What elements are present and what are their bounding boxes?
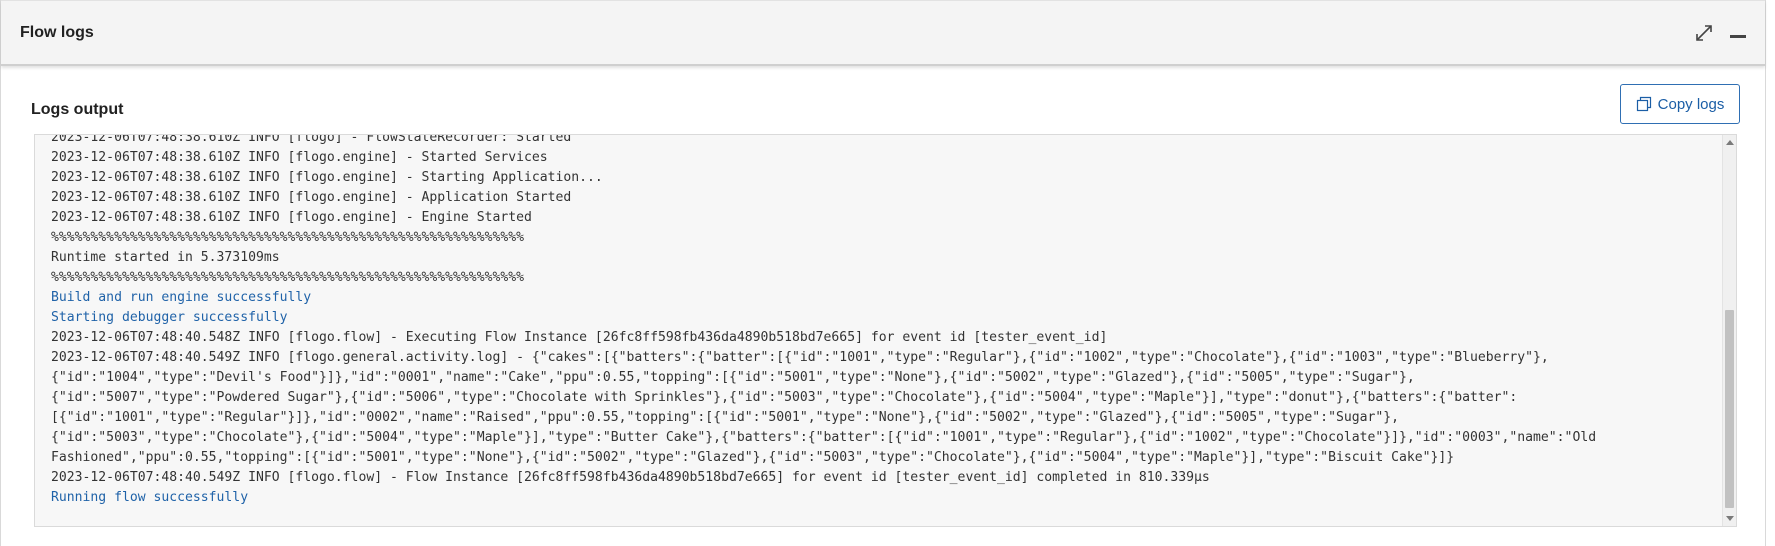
logs-output-title: Logs output	[31, 101, 124, 118]
copy-logs-label: Copy logs	[1657, 95, 1725, 113]
log-line: 2023-12-06T07:48:40.548Z INFO [flogo.flo…	[51, 330, 1108, 345]
scrollbar-thumb[interactable]	[1725, 310, 1734, 508]
log-line: 2023-12-06T07:48:40.549Z INFO [flogo.gen…	[51, 350, 1549, 365]
log-line-success: Starting debugger successfully	[51, 310, 288, 325]
log-line: 2023-12-06T07:48:38.610Z INFO [flogo.eng…	[51, 150, 548, 165]
log-line: Runtime started in 5.373109ms	[51, 250, 280, 265]
log-line: 2023-12-06T07:48:38.610Z INFO [flogo.eng…	[51, 190, 572, 205]
panel-header: Flow logs	[1, 0, 1765, 66]
log-line: 2023-12-06T07:48:40.549Z INFO [flogo.flo…	[51, 470, 1210, 485]
scroll-down-arrow-icon[interactable]	[1726, 516, 1734, 521]
scroll-up-arrow-icon[interactable]	[1726, 140, 1734, 145]
flow-logs-panel: Flow logs Logs output Copy logs 2023-12-…	[0, 0, 1766, 546]
expand-icon[interactable]	[1694, 23, 1714, 43]
copy-logs-button[interactable]: Copy logs	[1620, 84, 1740, 124]
log-line: {"id":"1004","type":"Devil's Food"}]},"i…	[51, 370, 1415, 385]
log-line: 2023-12-06T07:48:38.610Z INFO [flogo] - …	[51, 134, 572, 145]
log-line: Fashioned","ppu":0.55,"topping":[{"id":"…	[51, 450, 1455, 465]
log-line: %%%%%%%%%%%%%%%%%%%%%%%%%%%%%%%%%%%%%%%%…	[51, 230, 524, 245]
panel-title: Flow logs	[20, 24, 94, 41]
log-line: {"id":"5007","type":"Powdered Sugar"},{"…	[51, 390, 1518, 405]
minimize-icon[interactable]	[1727, 23, 1749, 43]
log-line: %%%%%%%%%%%%%%%%%%%%%%%%%%%%%%%%%%%%%%%%…	[51, 270, 524, 285]
log-line: {"id":"5003","type":"Chocolate"},{"id":"…	[51, 430, 1597, 445]
log-line-success: Build and run engine successfully	[51, 290, 312, 305]
log-line: 2023-12-06T07:48:38.610Z INFO [flogo.eng…	[51, 170, 603, 185]
copy-icon	[1636, 96, 1652, 112]
vertical-scrollbar[interactable]	[1722, 135, 1736, 526]
log-line: [{"id":"1001","type":"Regular"}]},"id":"…	[51, 410, 1400, 425]
logs-output-area[interactable]: 2023-12-06T07:48:38.610Z INFO [flogo] - …	[34, 134, 1737, 527]
log-line: 2023-12-06T07:48:38.610Z INFO [flogo.eng…	[51, 210, 532, 225]
log-line-success: Running flow successfully	[51, 490, 249, 505]
log-lines: 2023-12-06T07:48:38.610Z INFO [flogo] - …	[51, 134, 1718, 508]
